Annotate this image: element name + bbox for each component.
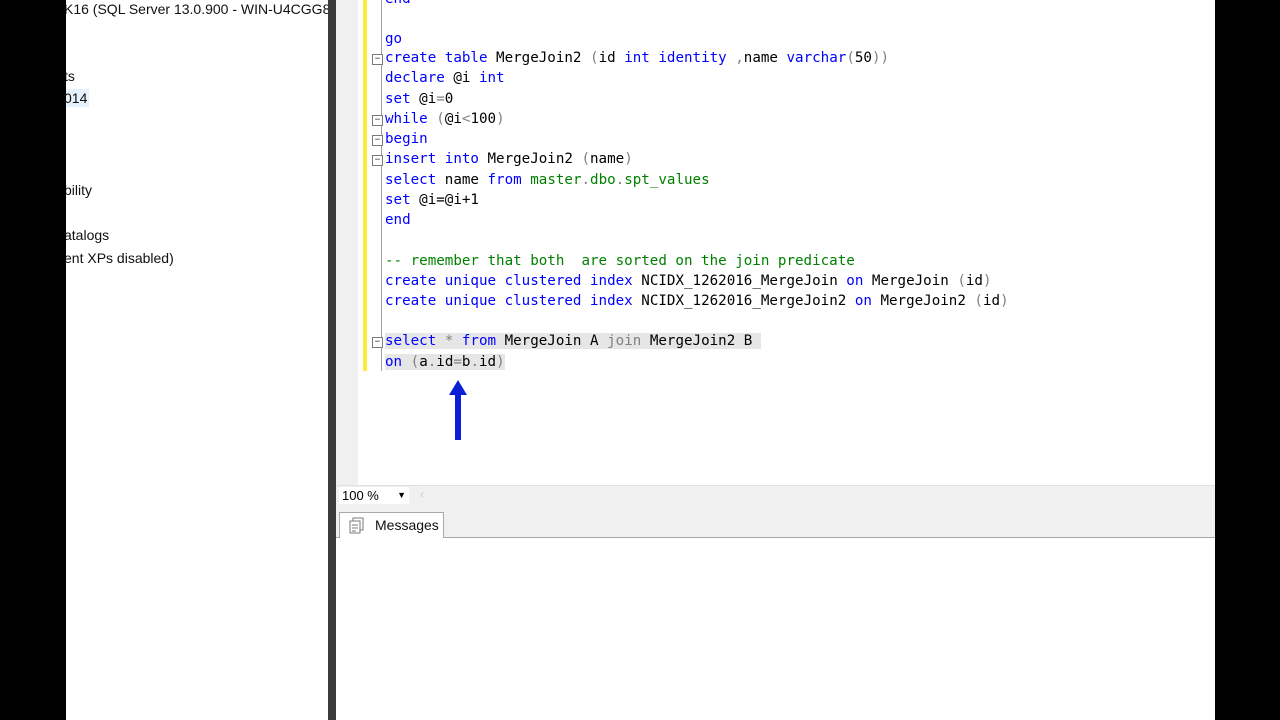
code-line: create unique clustered index NCIDX_1262… [385,293,1009,309]
code-line: begin [385,131,428,147]
collapse-icon[interactable]: − [372,54,383,65]
tab-messages[interactable]: Messages [339,512,444,539]
collapse-icon[interactable]: − [372,135,383,146]
tree-item-databases[interactable]: ts [66,67,75,85]
code-line: select name from master.dbo.spt_values [385,172,710,188]
code-line: insert into MergeJoin2 (name) [385,151,633,167]
collapse-icon[interactable]: − [372,155,383,166]
zoom-value: 100 % [342,488,379,503]
code-comment: -- remember that both are sorted on the … [385,253,855,269]
tree-item-2014[interactable]: 014 [66,89,90,107]
panel-splitter[interactable] [328,0,336,720]
code-line: create unique clustered index NCIDX_1262… [385,273,992,289]
results-tab-strip: Messages [336,505,1215,539]
code-line: end [385,0,411,9]
server-node[interactable]: K16 (SQL Server 13.0.900 - WIN-U4CGG8 [66,0,328,18]
editor-status-bar: 100 % ▼ ‹ [336,485,1215,506]
code-line: declare @i int [385,70,505,86]
collapse-icon[interactable]: − [372,115,383,126]
code-line: create table MergeJoin2 (id int identity… [385,50,890,66]
right-black-border [1215,0,1280,720]
object-explorer: K16 (SQL Server 13.0.900 - WIN-U4CGG8 ts… [66,0,328,720]
code-line: end [385,212,411,228]
scroll-left-icon[interactable]: ‹ [420,487,424,501]
tree-item-agent-xps[interactable]: ent XPs disabled) [66,249,174,267]
dropdown-arrow-icon: ▼ [397,490,406,500]
code-line-selected: on (a.id=b.id) [385,354,505,370]
code-line: go [385,31,403,47]
messages-icon [349,517,364,534]
zoom-select[interactable]: 100 % ▼ [339,487,409,504]
results-messages-panel [336,538,1215,720]
code-line-selected: select * from MergeJoin A join MergeJoin… [385,333,761,349]
code-line: set @i=@i+1 [385,192,479,208]
code-line: set @i=0 [385,91,454,107]
code-line: while (@i<100) [385,111,505,127]
query-editor[interactable]: − − − − − end go create table MergeJoin2… [336,0,1215,485]
tree-item-availability[interactable]: bility [66,181,92,199]
arrow-up-icon [449,380,467,440]
left-black-border [0,0,66,720]
tree-item-catalogs[interactable]: atalogs [66,226,109,244]
collapse-icon[interactable]: − [372,337,383,348]
selection-margin [336,0,358,485]
change-tracking-bar [363,0,367,371]
tab-messages-label: Messages [375,517,439,533]
